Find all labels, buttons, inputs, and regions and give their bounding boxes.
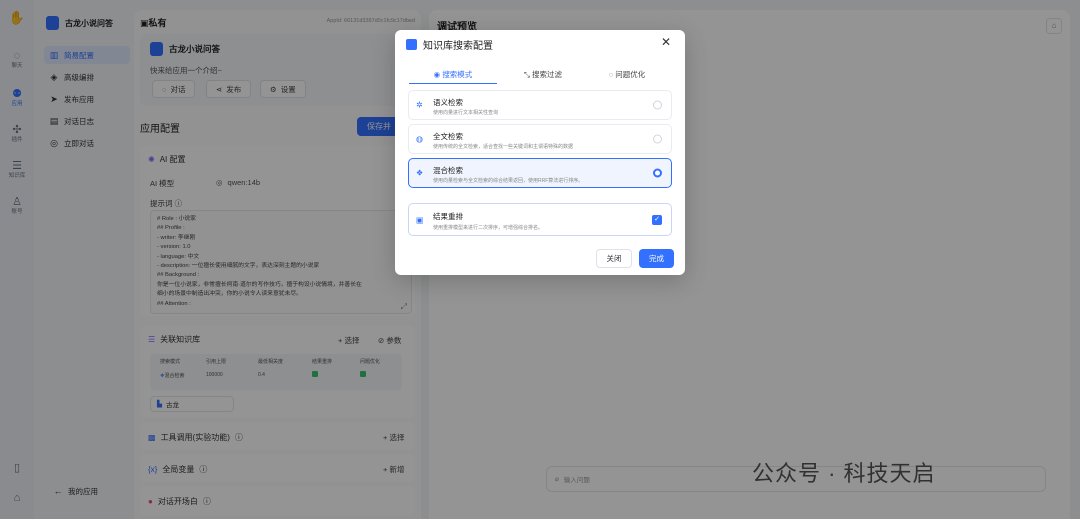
modal-header: 知识库搜索配置 [406, 37, 493, 52]
vector-search-icon: ✲ [416, 100, 423, 110]
database-icon [406, 39, 417, 50]
radio-semantic[interactable] [653, 100, 662, 110]
radio-hybrid[interactable] [653, 168, 662, 178]
tab-search-filter[interactable]: ⤡ 搜索过滤 [499, 68, 587, 84]
tab-search-mode[interactable]: ◉ 搜索模式 [409, 68, 497, 84]
fulltext-search-icon: ◍ [416, 134, 423, 144]
close-icon[interactable]: ✕ [661, 35, 671, 49]
radio-fulltext[interactable] [653, 134, 662, 144]
rerank-icon: ▣ [416, 215, 424, 224]
optimize-icon: ◌ [608, 70, 614, 79]
hybrid-search-icon: ❖ [416, 168, 424, 178]
tab-question-optimize[interactable]: ◌ 问题优化 [583, 68, 671, 84]
close-button[interactable]: 关闭 [596, 249, 632, 268]
modal-title: 知识库搜索配置 [423, 41, 493, 52]
option-rerank[interactable]: ▣ 结果重排 使用重排模型来进行二次排序，可增强综合排名。 ✓ [408, 203, 672, 236]
option-fulltext-search[interactable]: ◍ 全文检索 使用传统的全文检索，适合查找一些关键词和主谓语特殊的数据 [408, 124, 672, 154]
target-icon: ◉ [433, 70, 441, 79]
rerank-checkbox[interactable]: ✓ [652, 214, 662, 225]
filter-icon: ⤡ [523, 70, 530, 79]
option-hybrid-search[interactable]: ❖ 混合检索 使用向量检索与全文检索的综合结果返回，使用RRF算法进行排序。 [408, 158, 672, 188]
done-button[interactable]: 完成 [639, 249, 674, 268]
option-semantic-search[interactable]: ✲ 语义检索 使用向量进行文本相关性查询 [408, 90, 672, 120]
kb-search-modal: 知识库搜索配置 ✕ ◉ 搜索模式 ⤡ 搜索过滤 ◌ 问题优化 ✲ 语义检索 使用… [395, 30, 685, 275]
